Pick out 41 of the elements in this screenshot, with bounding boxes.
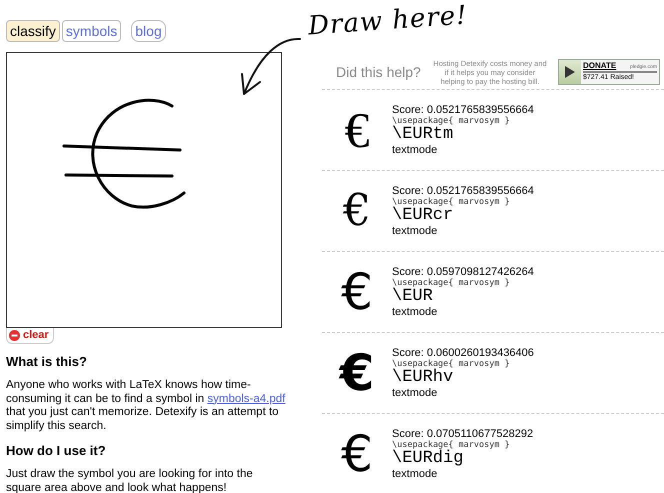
- arrow-icon: [240, 36, 302, 98]
- package-text: \usepackage{ marvosym }: [392, 440, 511, 450]
- package-text: \usepackage{ marvosym }: [392, 278, 511, 288]
- score-text: Score: 0.0521765839556664: [392, 104, 534, 116]
- help-question: Did this help?: [336, 64, 422, 80]
- score-text: Score: 0.0705110677528292: [392, 428, 534, 440]
- euro-symbol: €: [343, 189, 371, 233]
- euro-symbol: €: [344, 105, 370, 155]
- command-text: \EURhv: [392, 369, 454, 387]
- package-text: \usepackage{ marvosym }: [392, 116, 511, 126]
- mode-text: textmode: [392, 225, 438, 237]
- nav-tab[interactable]: classify: [6, 20, 60, 42]
- section-heading: What is this?: [6, 354, 88, 369]
- package-text: \usepackage{ marvosym }: [392, 197, 511, 207]
- euro-symbol: €: [340, 348, 374, 398]
- paragraph: Anyone who works with LaTeX knows how time-consuming it can be to find a symbol in symbols-a4.pdf that you just can't memorize. Detexify is an attempt to simplify this search.: [6, 379, 286, 433]
- minus-icon: [9, 330, 20, 340]
- command-text: \EUR: [392, 288, 434, 306]
- drawing-canvas[interactable]: [6, 52, 282, 328]
- nav-tab[interactable]: symbols: [62, 20, 122, 42]
- handwritten-note: Draw here!: [307, 0, 469, 42]
- mode-text: textmode: [392, 306, 438, 318]
- paragraph: Just draw the symbol you are looking for into the square area above and look what happens!: [6, 468, 254, 493]
- command-text: \EURcr: [392, 207, 454, 225]
- donate-label: DONATE: [583, 61, 616, 70]
- mode-text: textmode: [392, 468, 438, 480]
- mode-text: textmode: [392, 387, 438, 399]
- mode-text: textmode: [392, 144, 438, 156]
- package-text: \usepackage{ marvosym }: [392, 359, 511, 369]
- pdf-link[interactable]: symbols-a4.pdf: [207, 392, 286, 404]
- command-text: \EURtm: [392, 126, 454, 144]
- command-text: \EURdig: [392, 450, 464, 468]
- section-heading: How do I use it?: [6, 443, 107, 458]
- score-text: Score: 0.0597098127426264: [392, 266, 534, 278]
- score-text: Score: 0.0600260193436406: [392, 347, 534, 359]
- euro-symbol: €: [341, 429, 373, 479]
- euro-symbol: €: [341, 267, 373, 317]
- clear-button[interactable]: clear: [6, 328, 54, 344]
- score-text: Score: 0.0521765839556664: [392, 185, 534, 197]
- play-icon: [565, 66, 575, 78]
- nav-tab[interactable]: blog: [131, 20, 166, 42]
